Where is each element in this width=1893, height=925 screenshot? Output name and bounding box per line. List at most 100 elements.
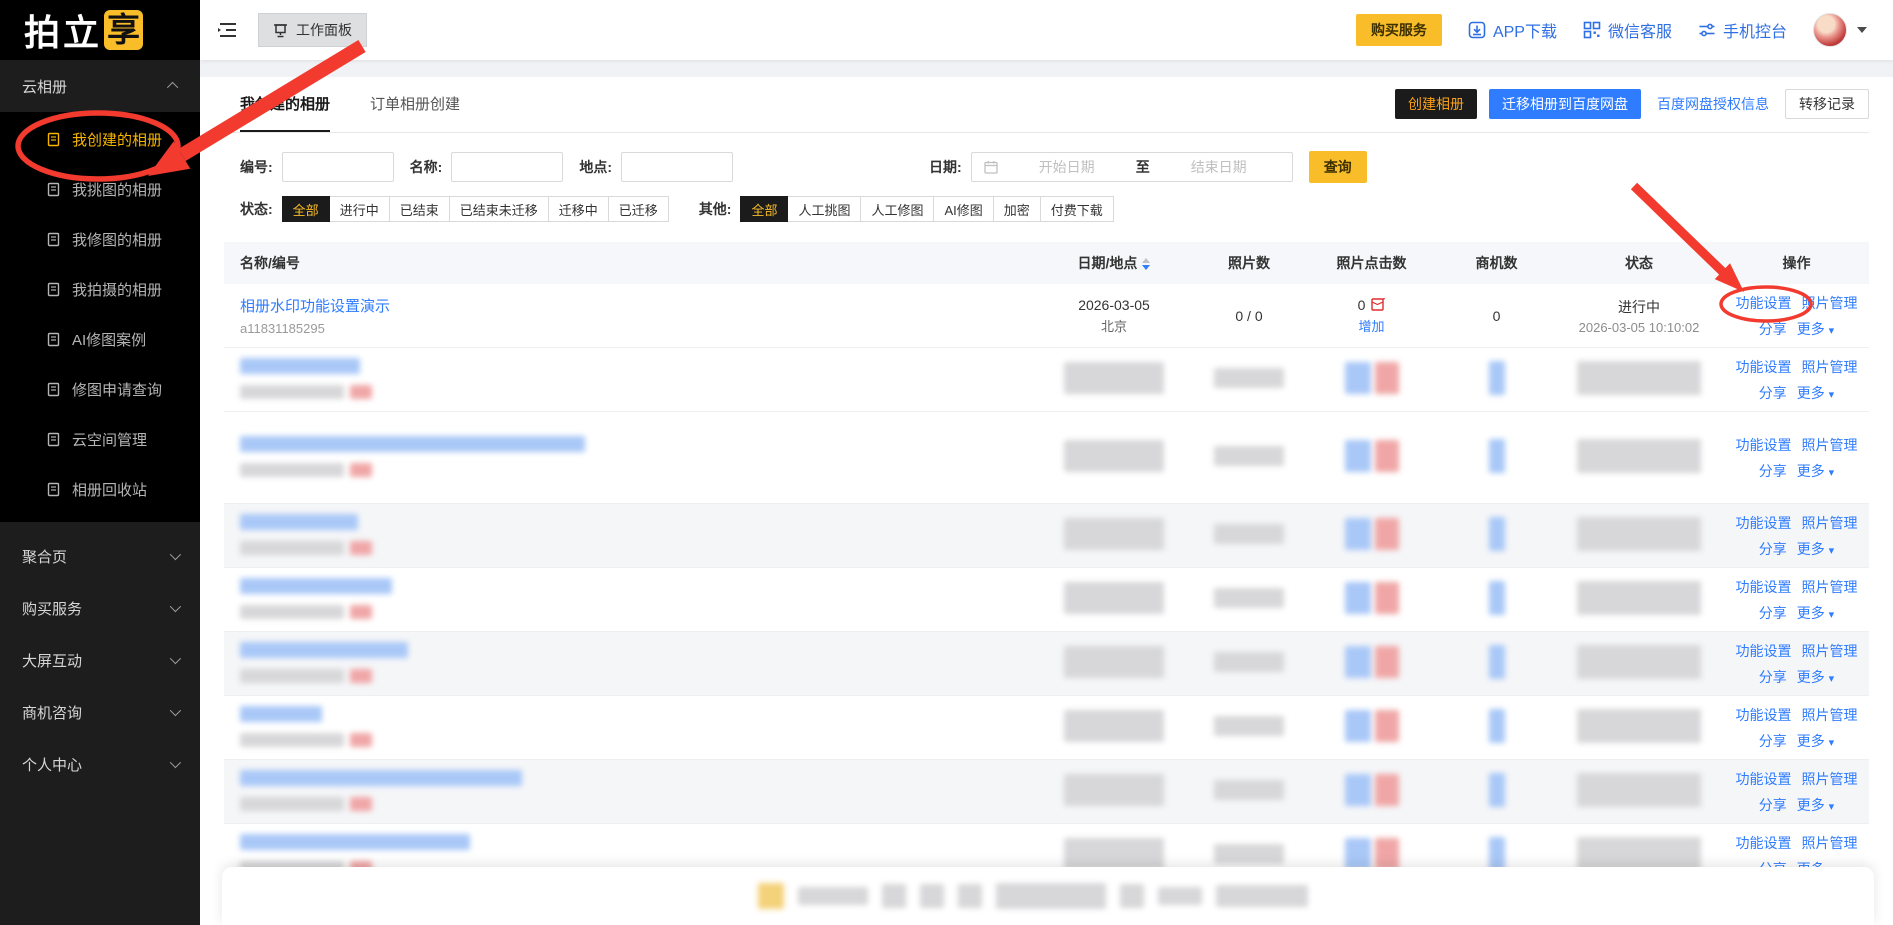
sidebar-item-my-picked-albums[interactable]: 我挑图的相册 — [0, 164, 200, 214]
other-chip-encrypted[interactable]: 加密 — [992, 196, 1041, 222]
date-end-placeholder[interactable]: 结束日期 — [1158, 157, 1280, 177]
share-link[interactable]: 分享 — [1759, 383, 1787, 403]
name-input[interactable] — [451, 152, 564, 182]
photo-manage-link[interactable]: 照片管理 — [1802, 705, 1858, 725]
pagination-block[interactable] — [920, 884, 944, 908]
sidebar-item-my-created-albums[interactable]: 我创建的相册 — [0, 114, 200, 164]
chevron-down-icon — [169, 756, 182, 769]
more-link[interactable]: 更多 ▾ — [1797, 731, 1834, 751]
tab-order-album-create[interactable]: 订单相册创建 — [370, 77, 460, 132]
pagination-block[interactable] — [958, 884, 982, 908]
feature-settings-link[interactable]: 功能设置 — [1736, 435, 1792, 455]
sidebar-item-ai-retouch-cases[interactable]: AI修图案例 — [0, 314, 200, 364]
photo-manage-link[interactable]: 照片管理 — [1802, 769, 1858, 789]
share-link[interactable]: 分享 — [1759, 795, 1787, 815]
sidebar-group-buy-service[interactable]: 购买服务 — [0, 582, 200, 634]
feature-settings-link[interactable]: 功能设置 — [1736, 577, 1792, 597]
pagination-block[interactable] — [1120, 884, 1144, 908]
photo-manage-link[interactable]: 照片管理 — [1802, 641, 1858, 661]
sidebar-group-label: 大屏互动 — [22, 652, 83, 670]
status-chip-in-progress[interactable]: 进行中 — [328, 196, 390, 222]
more-link[interactable]: 更多 ▾ — [1797, 667, 1834, 687]
transfer-record-button[interactable]: 转移记录 — [1785, 89, 1869, 119]
status-chip-ended-not-migrated[interactable]: 已结束未迁移 — [448, 196, 549, 222]
share-link[interactable]: 分享 — [1759, 319, 1787, 339]
baidu-auth-info-link[interactable]: 百度网盘授权信息 — [1653, 89, 1773, 119]
col-date-place[interactable]: 日期/地点 — [1034, 253, 1194, 273]
pagination-block[interactable] — [758, 883, 784, 909]
more-link[interactable]: 更多 ▾ — [1797, 383, 1834, 403]
status-chip-all[interactable]: 全部 — [281, 196, 330, 222]
pagination-block[interactable] — [996, 883, 1106, 909]
other-chip-all[interactable]: 全部 — [740, 196, 789, 222]
share-link[interactable]: 分享 — [1759, 603, 1787, 623]
feature-settings-link[interactable]: 功能设置 — [1736, 641, 1792, 661]
sidebar-item-retouch-request-query[interactable]: 修图申请查询 — [0, 364, 200, 414]
photo-manage-link[interactable]: 照片管理 — [1802, 577, 1858, 597]
pagination-block[interactable] — [882, 884, 906, 908]
feature-settings-link[interactable]: 功能设置 — [1736, 705, 1792, 725]
app-download-link[interactable]: APP下载 — [1468, 18, 1557, 42]
photo-manage-link[interactable]: 照片管理 — [1802, 513, 1858, 533]
photo-manage-link[interactable]: 照片管理 — [1802, 435, 1858, 455]
sidebar-group-personal-center[interactable]: 个人中心 — [0, 738, 200, 790]
photo-manage-link[interactable]: 照片管理 — [1802, 833, 1858, 853]
create-album-button[interactable]: 创建相册 — [1395, 89, 1477, 119]
search-button[interactable]: 查询 — [1308, 151, 1367, 183]
sidebar-item-cloud-space[interactable]: 云空间管理 — [0, 414, 200, 464]
blurred-photo-count — [1214, 368, 1284, 388]
share-link[interactable]: 分享 — [1759, 731, 1787, 751]
album-name-link[interactable]: 相册水印功能设置演示 — [240, 298, 390, 315]
migrate-to-baidu-button[interactable]: 迁移相册到百度网盘 — [1489, 89, 1641, 119]
other-chip-paid-download[interactable]: 付费下载 — [1039, 196, 1114, 222]
feature-settings-link[interactable]: 功能设置 — [1736, 293, 1792, 313]
other-chip-manual-retouch[interactable]: 人工修图 — [860, 196, 935, 222]
more-link[interactable]: 更多 ▾ — [1797, 461, 1834, 481]
caret-down-icon[interactable] — [1857, 27, 1867, 33]
add-clicks-link[interactable]: 增加 — [1358, 316, 1384, 335]
menu-fold-icon[interactable] — [218, 21, 238, 39]
sidebar-group-aggregation[interactable]: 聚合页 — [0, 530, 200, 582]
sidebar-group-business-consult[interactable]: 商机咨询 — [0, 686, 200, 738]
share-link[interactable]: 分享 — [1759, 461, 1787, 481]
avatar[interactable] — [1813, 13, 1847, 47]
more-link[interactable]: 更多 ▾ — [1797, 603, 1834, 623]
feature-settings-link[interactable]: 功能设置 — [1736, 769, 1792, 789]
more-link[interactable]: 更多 ▾ — [1797, 319, 1834, 339]
place-input[interactable] — [621, 152, 734, 182]
more-link[interactable]: 更多 ▾ — [1797, 795, 1834, 815]
mobile-console-link[interactable]: 手机控台 — [1698, 18, 1787, 42]
share-link[interactable]: 分享 — [1759, 539, 1787, 559]
blurred-date — [1064, 440, 1164, 472]
share-link[interactable]: 分享 — [1759, 667, 1787, 687]
tab-work-panel[interactable]: 工作面板 — [258, 13, 367, 47]
date-range-picker[interactable]: 开始日期 至 结束日期 — [970, 152, 1293, 182]
status-chip-migrated[interactable]: 已迁移 — [607, 196, 669, 222]
other-chip-manual-pick[interactable]: 人工挑图 — [787, 196, 862, 222]
status-chip-migrating[interactable]: 迁移中 — [547, 196, 609, 222]
sidebar-group-big-screen[interactable]: 大屏互动 — [0, 634, 200, 686]
sidebar-group-cloud-album[interactable]: 云相册 — [0, 60, 200, 112]
no-input[interactable] — [281, 152, 394, 182]
photo-manage-link[interactable]: 照片管理 — [1802, 357, 1858, 377]
feature-settings-link[interactable]: 功能设置 — [1736, 357, 1792, 377]
tab-my-created-albums[interactable]: 我创建的相册 — [240, 77, 331, 132]
wechat-support-link[interactable]: 微信客服 — [1583, 18, 1672, 42]
feature-settings-link[interactable]: 功能设置 — [1736, 833, 1792, 853]
buy-service-button[interactable]: 购买服务 — [1355, 14, 1442, 46]
sidebar-item-album-recycle-bin[interactable]: 相册回收站 — [0, 464, 200, 514]
more-label: 更多 — [1796, 320, 1825, 337]
status-chip-ended[interactable]: 已结束 — [388, 196, 450, 222]
sidebar-item-my-shot-albums[interactable]: 我拍摄的相册 — [0, 264, 200, 314]
sidebar-item-label: 云空间管理 — [72, 431, 148, 449]
other-chip-ai-retouch[interactable]: AI修图 — [933, 196, 994, 222]
feature-settings-link[interactable]: 功能设置 — [1736, 513, 1792, 533]
pagination-controls[interactable] — [758, 883, 1308, 909]
pagination-block[interactable] — [1216, 885, 1308, 907]
app-logo[interactable]: 拍立 享 — [0, 0, 200, 60]
sidebar-item-my-retouched-albums[interactable]: 我修图的相册 — [0, 214, 200, 264]
more-link[interactable]: 更多 ▾ — [1797, 539, 1834, 559]
sort-icon[interactable] — [1142, 258, 1151, 271]
date-start-placeholder[interactable]: 开始日期 — [1006, 157, 1128, 177]
photo-manage-link[interactable]: 照片管理 — [1802, 293, 1858, 313]
